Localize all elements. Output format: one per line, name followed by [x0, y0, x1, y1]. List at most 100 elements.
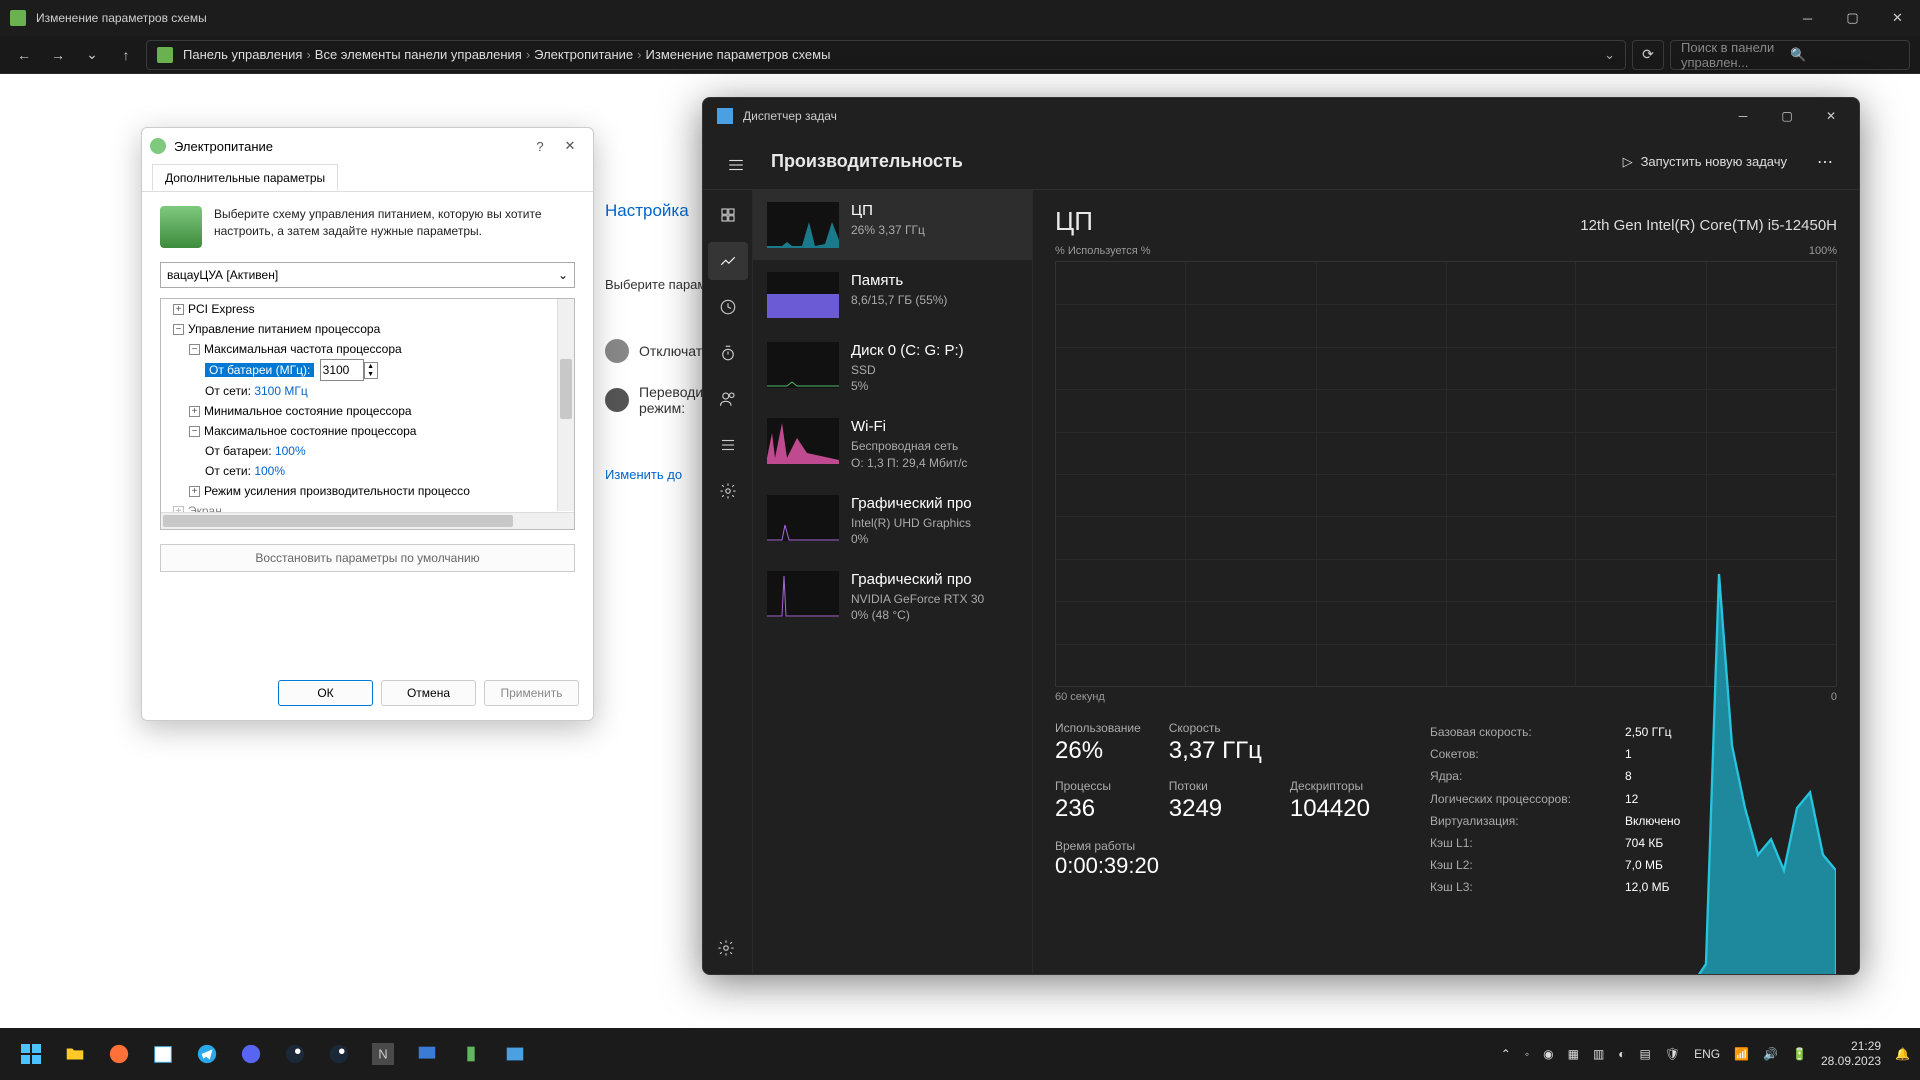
more-button[interactable]: ⋯	[1809, 152, 1841, 172]
run-icon: ▷	[1623, 154, 1633, 170]
tree-max-state[interactable]: Максимальное состояние процессора	[204, 424, 416, 438]
expand-icon[interactable]: +	[189, 406, 200, 417]
tree-boost[interactable]: Режим усиления производительности процес…	[204, 484, 470, 498]
tree-pci[interactable]: PCI Express	[188, 302, 255, 316]
address-dropdown-icon[interactable]: ⌄	[1604, 47, 1615, 63]
tree-ac-pct-value[interactable]: 100%	[254, 464, 285, 478]
vscrollbar[interactable]	[557, 299, 574, 511]
page-title: Производительность	[771, 151, 1611, 172]
plan-dropdown[interactable]: вацауЦУА [Активен] ⌄	[160, 262, 575, 288]
nav-startup[interactable]	[708, 334, 748, 372]
advanced-link[interactable]: Изменить до	[605, 467, 682, 482]
restore-defaults-button[interactable]: Восстановить параметры по умолчанию	[160, 544, 575, 572]
maximize-button[interactable]: ▢	[1765, 98, 1809, 134]
help-button[interactable]: ?	[525, 139, 555, 154]
clock[interactable]: 21:29 28.09.2023	[1821, 1039, 1881, 1069]
steam-app[interactable]	[274, 1033, 316, 1075]
close-button[interactable]: ✕	[1809, 98, 1853, 134]
discord-app[interactable]	[230, 1033, 272, 1075]
explorer-app[interactable]	[54, 1033, 96, 1075]
tab-advanced[interactable]: Дополнительные параметры	[152, 164, 338, 191]
battery-icon[interactable]: 🔋	[1792, 1047, 1807, 1061]
apply-button[interactable]: Применить	[484, 680, 579, 706]
cancel-button[interactable]: Отмена	[381, 680, 476, 706]
tree-max-freq[interactable]: Максимальная частота процессора	[204, 342, 402, 356]
forward-button[interactable]: →	[44, 41, 72, 69]
collapse-icon[interactable]: −	[189, 426, 200, 437]
address-bar[interactable]: Панель управления› Все элементы панели у…	[146, 40, 1626, 70]
breadcrumb[interactable]: Панель управления	[183, 47, 302, 62]
tree-batt-pct-label[interactable]: От батареи:	[205, 444, 272, 458]
tray-app-icon-3[interactable]: ▤	[1640, 1047, 1651, 1061]
tray-defender-icon[interactable]: 🛡	[1665, 1047, 1680, 1061]
volume-icon[interactable]: 🔊	[1763, 1047, 1778, 1061]
recent-button[interactable]: ⌄	[78, 41, 106, 69]
nav-app-history[interactable]	[708, 288, 748, 326]
expand-icon[interactable]: +	[173, 304, 184, 315]
nav-services[interactable]	[708, 472, 748, 510]
breadcrumb[interactable]: Электропитание	[534, 47, 633, 62]
maximize-button[interactable]: ▢	[1830, 0, 1875, 36]
nav-details[interactable]	[708, 426, 748, 464]
task-manager-app[interactable]	[494, 1033, 536, 1075]
notifications-icon[interactable]: 🔔	[1895, 1047, 1910, 1061]
run-task-label: Запустить новую задачу	[1641, 154, 1787, 169]
tree-ac-pct-label[interactable]: От сети:	[205, 464, 251, 478]
firefox-app[interactable]	[98, 1033, 140, 1075]
back-button[interactable]: ←	[10, 41, 38, 69]
settings-button[interactable]	[717, 939, 735, 960]
search-input[interactable]: Поиск в панели управлен... 🔍	[1670, 40, 1910, 70]
battery-freq-input[interactable]: 3100	[320, 359, 364, 381]
tree-cpu-pm[interactable]: Управление питанием процессора	[188, 322, 380, 336]
tray-steam-icon[interactable]: ◐	[1618, 1047, 1625, 1061]
minimize-button[interactable]: ─	[1785, 0, 1830, 36]
sidebar-item-gpu1[interactable]: Графический проNVIDIA GeForce RTX 300% (…	[753, 559, 1032, 635]
sidebar-item-gpu0[interactable]: Графический проIntel(R) UHD Graphics0%	[753, 483, 1032, 559]
tree-battery-freq-label[interactable]: От батареи (МГц):	[205, 363, 314, 377]
run-task-button[interactable]: ▷ Запустить новую задачу	[1611, 148, 1799, 176]
calendar-app[interactable]	[142, 1033, 184, 1075]
breadcrumb[interactable]: Изменение параметров схемы	[646, 47, 831, 62]
expand-icon[interactable]: +	[189, 486, 200, 497]
power-options-app[interactable]	[450, 1033, 492, 1075]
tray-app-icon-2[interactable]: ▥	[1593, 1047, 1604, 1061]
steam-app-2[interactable]	[318, 1033, 360, 1075]
close-button[interactable]: ✕	[555, 138, 585, 154]
tree-min-state[interactable]: Минимальное состояние процессора	[204, 404, 412, 418]
ok-button[interactable]: ОК	[278, 680, 373, 706]
refresh-button[interactable]: ⟳	[1632, 40, 1664, 70]
minimize-button[interactable]: ─	[1721, 98, 1765, 134]
tree-batt-pct-value[interactable]: 100%	[275, 444, 306, 458]
tray-chevron-icon[interactable]: ⌃	[1501, 1047, 1511, 1061]
nav-processes[interactable]	[708, 196, 748, 234]
tray-discord-icon[interactable]: ◦	[1525, 1047, 1529, 1061]
collapse-icon[interactable]: −	[173, 324, 184, 335]
task-manager-icon	[717, 108, 733, 124]
app-n[interactable]: N	[362, 1033, 404, 1075]
tray-nvidia-icon[interactable]: ▦	[1568, 1047, 1579, 1061]
app-monitor[interactable]	[406, 1033, 448, 1075]
nav-performance[interactable]	[708, 242, 748, 280]
hamburger-button[interactable]	[717, 146, 755, 184]
language-indicator[interactable]: ENG	[1694, 1047, 1720, 1061]
breadcrumb[interactable]: Все элементы панели управления	[315, 47, 522, 62]
tree-ac-freq-value[interactable]: 3100 МГц	[254, 384, 307, 398]
up-button[interactable]: ↑	[112, 41, 140, 69]
sidebar-item-cpu[interactable]: ЦП26% 3,37 ГГц	[753, 190, 1032, 260]
wifi-icon[interactable]: 📶	[1734, 1047, 1749, 1061]
spin-buttons[interactable]: ▲▼	[364, 362, 378, 379]
sidebar-item-wifi[interactable]: Wi-FiБеспроводная сетьО: 1,3 П: 29,4 Мби…	[753, 406, 1032, 482]
sidebar-item-disk[interactable]: Диск 0 (C: G: P:)SSD5%	[753, 330, 1032, 406]
sidebar-item-memory[interactable]: Память8,6/15,7 ГБ (55%)	[753, 260, 1032, 330]
hscrollbar[interactable]	[161, 512, 574, 529]
collapse-icon[interactable]: −	[189, 344, 200, 355]
nav-users[interactable]	[708, 380, 748, 418]
settings-tree[interactable]: +PCI Express −Управление питанием процес…	[160, 298, 575, 530]
cpu-graph	[1055, 261, 1837, 687]
tree-ac-freq-label[interactable]: От сети:	[205, 384, 251, 398]
tray-app-icon[interactable]: ◉	[1543, 1047, 1553, 1061]
telegram-app[interactable]	[186, 1033, 228, 1075]
svg-text:N: N	[378, 1047, 387, 1062]
start-button[interactable]	[10, 1033, 52, 1075]
close-button[interactable]: ✕	[1875, 0, 1920, 36]
